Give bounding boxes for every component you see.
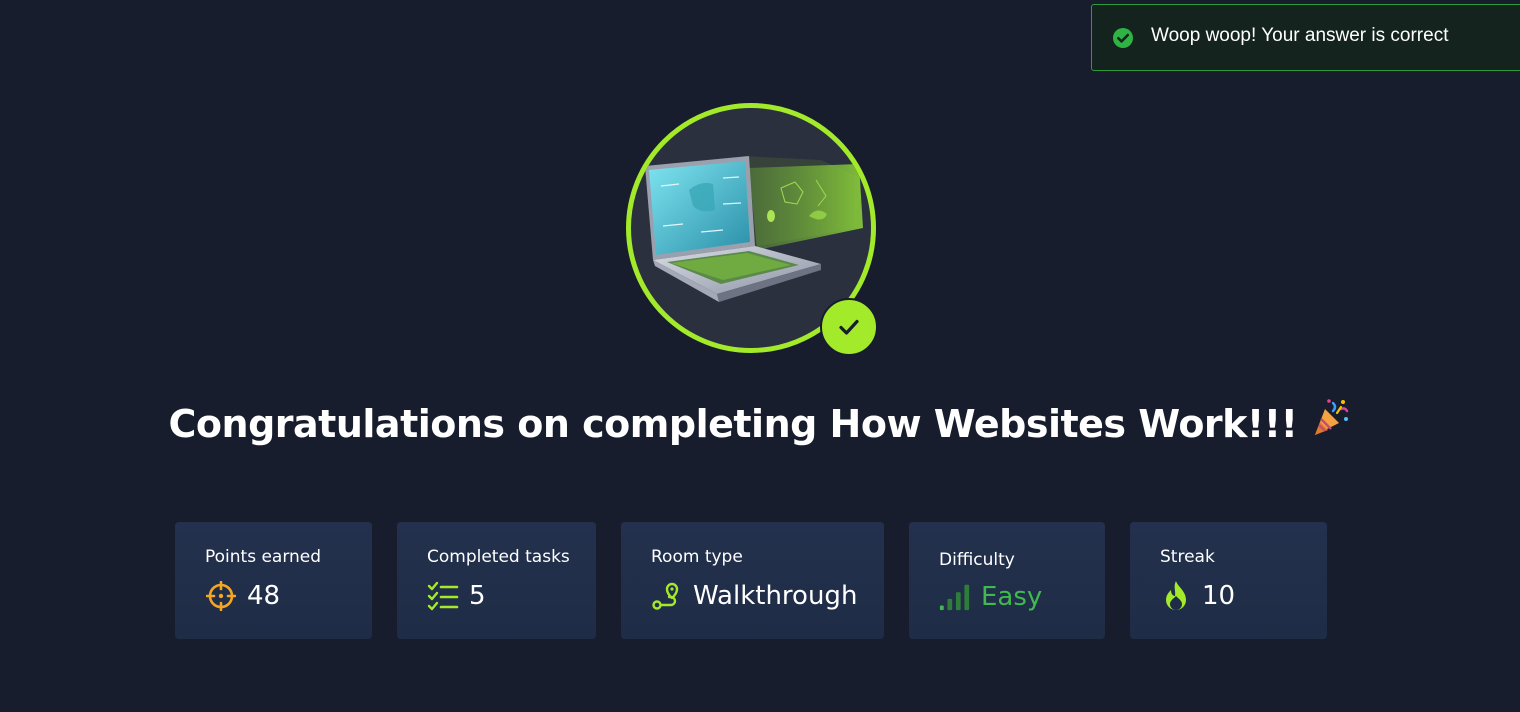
flame-icon [1160, 580, 1192, 612]
stat-label: Points earned [205, 547, 322, 567]
stat-value: Easy [981, 582, 1043, 612]
stat-label: Difficulty [939, 550, 1015, 570]
checklist-icon [427, 580, 459, 612]
stat-label: Streak [1160, 547, 1215, 567]
heading-text: Congratulations on completing How Websit… [168, 402, 1298, 446]
room-badge [626, 103, 878, 356]
checkmark-icon [839, 319, 859, 335]
stat-card-points: Points earned 48 [175, 522, 372, 639]
stat-card-room-type: Room type Walkthrough [621, 522, 884, 639]
success-toast[interactable]: Woop woop! Your answer is correct [1091, 4, 1520, 71]
stat-card-difficulty: Difficulty Easy [909, 522, 1105, 639]
stat-label: Room type [651, 547, 743, 567]
check-circle-icon [1112, 27, 1134, 49]
room-complete-page: Woop woop! Your answer is correct Congra… [0, 0, 1520, 712]
stat-card-streak: Streak 10 [1130, 522, 1327, 639]
toast-message: Woop woop! Your answer is correct [1151, 24, 1449, 46]
stat-value: 5 [469, 581, 486, 611]
crosshair-icon [205, 580, 237, 612]
stat-label: Completed tasks [427, 547, 570, 567]
stat-value: 48 [247, 581, 281, 611]
stat-value: 10 [1202, 581, 1236, 611]
stat-value: Walkthrough [693, 581, 858, 611]
congratulations-heading: Congratulations on completing How Websit… [0, 399, 1520, 446]
completed-check-badge [820, 298, 878, 356]
route-icon [651, 580, 683, 612]
stat-card-tasks: Completed tasks 5 [397, 522, 596, 639]
signal-bars-icon [939, 581, 971, 613]
party-popper-icon [1311, 397, 1351, 446]
